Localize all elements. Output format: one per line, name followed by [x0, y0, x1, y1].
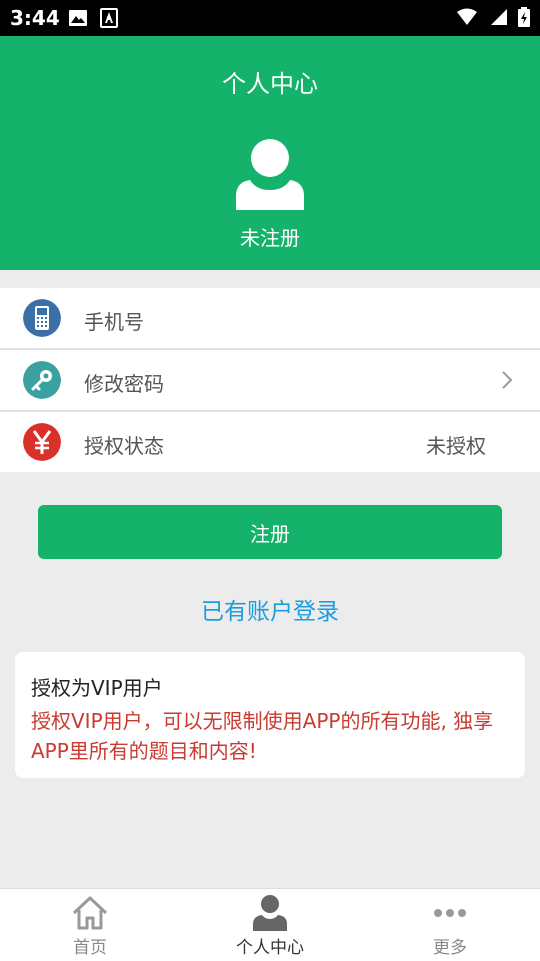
person-icon: [253, 895, 287, 931]
page-title: 个人中心: [222, 70, 318, 98]
chevron-right-icon: [502, 371, 513, 389]
status-bar: 3:44: [0, 0, 540, 36]
login-link[interactable]: 已有账户登录: [0, 592, 540, 626]
change-password-label: 修改密码: [84, 372, 164, 396]
yuan-icon: [23, 423, 61, 461]
nav-label-home: 首页: [73, 938, 107, 958]
bottom-nav: 首页 个人中心 更多: [0, 888, 540, 961]
auth-status-value: 未授权: [426, 434, 486, 458]
nav-item-home[interactable]: 首页: [0, 889, 180, 961]
more-dots-icon: [434, 909, 466, 917]
phone-label: 手机号: [84, 310, 144, 334]
signal-icon: [491, 9, 507, 25]
vip-card: 授权为VIP用户 授权VIP用户，可以无限制使用APP的所有功能, 独享APP里…: [15, 652, 525, 778]
nav-item-profile[interactable]: 个人中心: [180, 889, 360, 961]
auth-status-label: 授权状态: [84, 434, 164, 458]
profile-header: 个人中心 未注册: [0, 36, 540, 270]
user-status: 未注册: [240, 226, 300, 250]
auth-status-row[interactable]: 授权状态 未授权: [0, 412, 540, 472]
register-button[interactable]: 注册: [38, 505, 502, 559]
nav-label-more: 更多: [433, 938, 467, 958]
vip-title: 授权为VIP用户: [31, 676, 163, 700]
phone-row[interactable]: 手机号: [0, 288, 540, 350]
key-icon: [23, 361, 61, 399]
battery-icon: [518, 7, 530, 27]
vip-description: 授权VIP用户，可以无限制使用APP的所有功能, 独享APP里所有的题目和内容!: [31, 709, 494, 763]
home-icon: [72, 896, 108, 930]
status-time: 3:44: [10, 6, 60, 30]
nav-label-profile: 个人中心: [236, 938, 304, 958]
avatar[interactable]: [236, 138, 304, 210]
wifi-icon: [457, 8, 477, 25]
font-notification-icon: [100, 8, 118, 28]
phone-icon: [23, 299, 61, 337]
change-password-row[interactable]: 修改密码: [0, 350, 540, 412]
info-list: 手机号 修改密码 授权状态 未授权: [0, 288, 540, 472]
image-notification-icon: [69, 10, 87, 26]
nav-item-more[interactable]: 更多: [360, 889, 540, 961]
